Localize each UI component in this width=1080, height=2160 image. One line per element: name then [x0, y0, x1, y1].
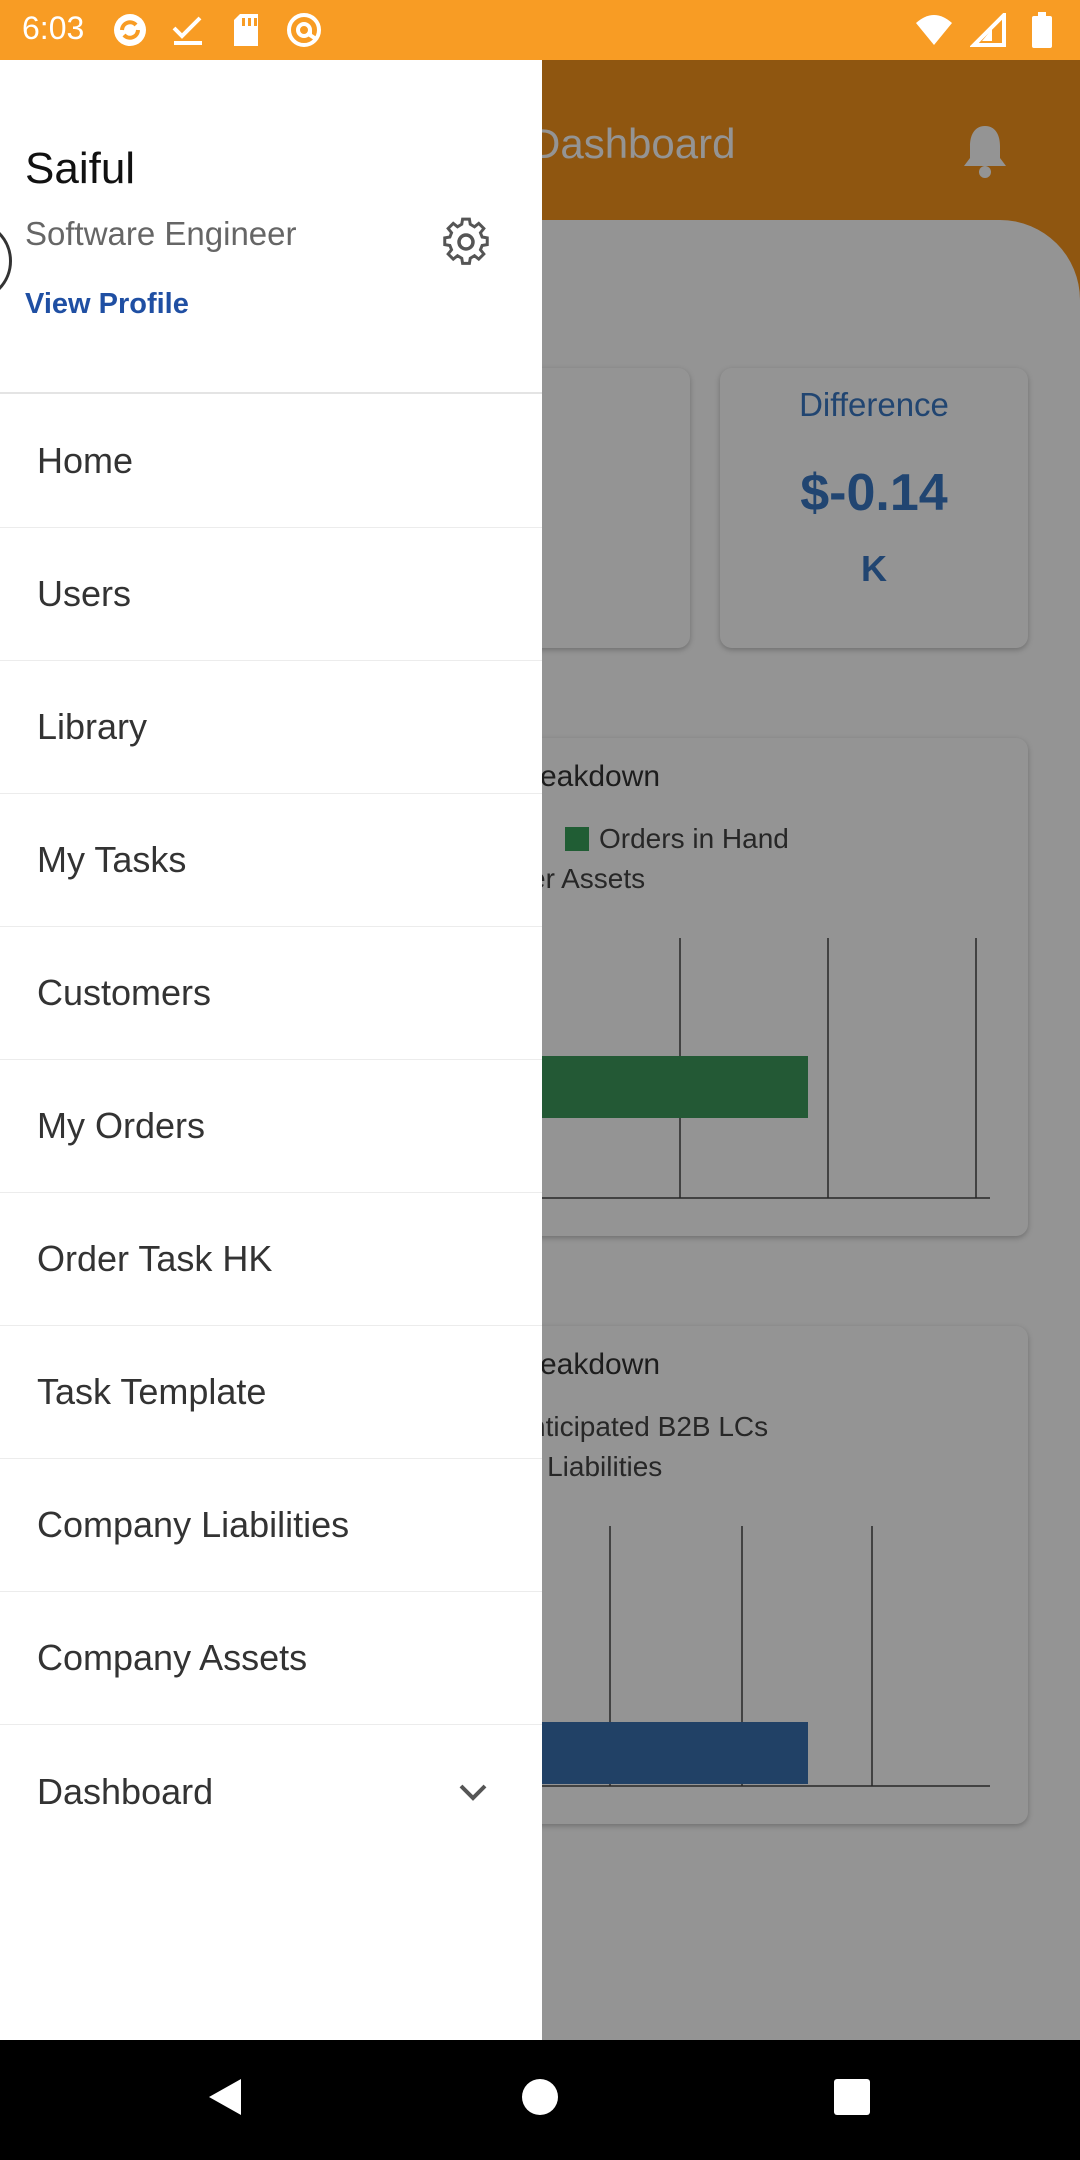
- gear-icon[interactable]: [440, 216, 492, 268]
- divider: [0, 392, 542, 394]
- menu-item-label: Company Liabilities: [37, 1504, 350, 1545]
- menu-item-company-liabilities[interactable]: Company Liabilities: [0, 1459, 542, 1592]
- menu-item-my-tasks[interactable]: My Tasks: [0, 794, 542, 927]
- menu-item-label: Home: [37, 440, 134, 481]
- home-icon[interactable]: [518, 2075, 568, 2125]
- menu-item-company-assets[interactable]: Company Assets: [0, 1592, 542, 1725]
- menu-item-customers[interactable]: Customers: [0, 927, 542, 1060]
- recents-icon[interactable]: [830, 2075, 880, 2125]
- menu-item-order-task-hk[interactable]: Order Task HK: [0, 1193, 542, 1326]
- menu-item-label: My Tasks: [37, 839, 187, 880]
- user-name: Saiful: [25, 144, 136, 193]
- back-icon[interactable]: [203, 2075, 253, 2125]
- status-bar: 6:03: [0, 0, 1080, 60]
- menu-item-label: My Orders: [37, 1105, 206, 1146]
- menu-item-label: Company Assets: [37, 1637, 308, 1678]
- system-nav-bar: [0, 2040, 1080, 2160]
- check-icon: [168, 10, 208, 50]
- view-profile-link[interactable]: View Profile: [25, 288, 189, 321]
- menu-item-label: Users: [37, 573, 132, 614]
- menu-item-label: Dashboard: [37, 1770, 214, 1812]
- menu-item-label: Library: [37, 706, 148, 747]
- menu-item-task-template[interactable]: Task Template: [0, 1326, 542, 1459]
- drawer-menu: Home Users Library My Tasks Customers My…: [0, 395, 542, 1858]
- sync-icon: [110, 10, 150, 50]
- menu-item-label: Customers: [37, 972, 212, 1013]
- at-sign-icon: [284, 10, 324, 50]
- avatar[interactable]: [0, 220, 12, 302]
- user-role: Software Engineer: [25, 215, 297, 252]
- menu-item-library[interactable]: Library: [0, 661, 542, 794]
- notification-icons: [110, 10, 324, 50]
- system-icons: [914, 10, 1062, 50]
- battery-icon: [1022, 10, 1062, 50]
- chevron-down-icon[interactable]: [455, 1774, 491, 1810]
- menu-item-label: Task Template: [37, 1371, 267, 1412]
- menu-item-home[interactable]: Home: [0, 395, 542, 528]
- navigation-drawer: Saiful Software Engineer View Profile Ho…: [0, 60, 542, 2040]
- status-time: 6:03: [22, 10, 85, 46]
- menu-item-users[interactable]: Users: [0, 528, 542, 661]
- menu-item-label: Order Task HK: [37, 1238, 273, 1279]
- wifi-icon: [914, 10, 954, 50]
- menu-item-my-orders[interactable]: My Orders: [0, 1060, 542, 1193]
- signal-icon: [968, 10, 1008, 50]
- sd-card-icon: [226, 10, 266, 50]
- menu-item-dashboard[interactable]: Dashboard: [0, 1725, 542, 1858]
